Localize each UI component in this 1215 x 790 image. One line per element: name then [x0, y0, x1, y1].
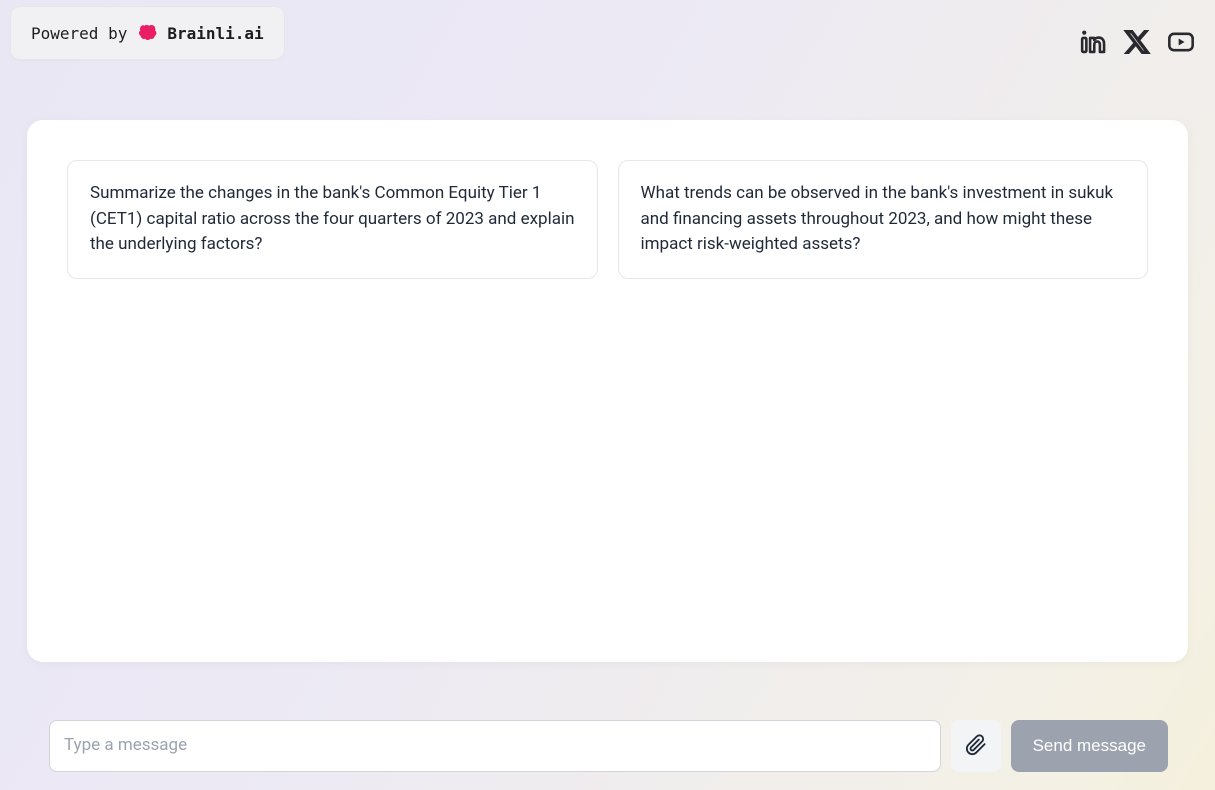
brain-icon	[135, 21, 159, 45]
suggestion-text: What trends can be observed in the bank'…	[641, 183, 1114, 254]
social-links	[1079, 6, 1201, 60]
chat-main-card: Summarize the changes in the bank's Comm…	[27, 120, 1188, 662]
header: Powered by Brainli.ai	[0, 0, 1215, 60]
x-icon[interactable]	[1123, 28, 1151, 60]
powered-by-label: Powered by	[31, 24, 127, 43]
paperclip-icon	[965, 734, 987, 759]
youtube-icon[interactable]	[1167, 28, 1195, 60]
suggestion-text: Summarize the changes in the bank's Comm…	[90, 183, 575, 254]
suggestion-card-1[interactable]: Summarize the changes in the bank's Comm…	[67, 160, 598, 279]
linkedin-icon[interactable]	[1079, 28, 1107, 60]
brand-name: Brainli.ai	[167, 24, 263, 43]
message-input[interactable]	[49, 720, 941, 772]
send-button[interactable]: Send message	[1011, 720, 1168, 772]
suggestion-grid: Summarize the changes in the bank's Comm…	[67, 160, 1148, 279]
send-button-label: Send message	[1033, 736, 1146, 755]
attach-button[interactable]	[951, 720, 1001, 772]
suggestion-card-2[interactable]: What trends can be observed in the bank'…	[618, 160, 1149, 279]
composer: Send message	[49, 720, 1168, 772]
powered-by-badge[interactable]: Powered by Brainli.ai	[10, 6, 285, 60]
